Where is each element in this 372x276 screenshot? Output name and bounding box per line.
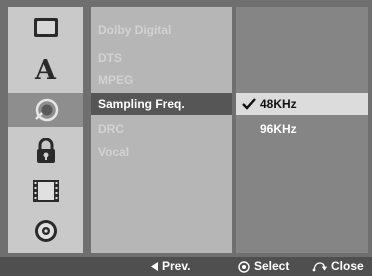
option-label: 96KHz (260, 122, 297, 136)
film-icon (32, 180, 59, 202)
submenu-item-dolby-digital[interactable]: Dolby Digital (91, 19, 232, 41)
icon-menu-item-audio[interactable] (8, 93, 83, 127)
audio-submenu: Dolby Digital DTS MPEG Sampling Freq. DR… (91, 7, 232, 253)
option-label: 48KHz (260, 97, 297, 111)
checkmark-icon (242, 98, 256, 110)
prev-label: Prev. (162, 259, 191, 273)
sampling-freq-options: 48KHz 96KHz (236, 7, 368, 253)
icon-menu-item-lock[interactable] (8, 134, 83, 168)
icon-menu-item-language[interactable]: A (8, 53, 83, 87)
submenu-item-drc[interactable]: DRC (91, 118, 232, 140)
icon-menu-item-film[interactable] (8, 174, 83, 208)
icon-menu-item-disc[interactable] (8, 214, 83, 248)
select-hint[interactable]: Select (238, 257, 289, 276)
prev-hint[interactable]: Prev. (151, 257, 190, 276)
select-button-icon (238, 260, 250, 273)
close-label: Close (331, 259, 364, 273)
select-label: Select (254, 259, 290, 273)
disc-icon (34, 220, 57, 242)
setup-menu-screen: A Dolby Digital DTS MPEG Sampling Freq. … (0, 0, 372, 276)
option-96khz[interactable]: 96KHz (236, 118, 368, 140)
submenu-item-vocal[interactable]: Vocal (91, 141, 232, 163)
close-hint[interactable]: Close (312, 257, 364, 276)
left-arrow-icon (151, 262, 158, 271)
help-bar: Prev. Select Close (0, 257, 372, 276)
submenu-item-dts[interactable]: DTS (91, 47, 232, 69)
submenu-item-mpeg[interactable]: MPEG (91, 69, 232, 91)
return-icon (312, 262, 327, 272)
audio-icon (34, 98, 58, 122)
display-icon (33, 18, 58, 37)
language-icon: A (35, 54, 56, 86)
submenu-item-sampling-freq[interactable]: Sampling Freq. (91, 93, 232, 115)
option-48khz[interactable]: 48KHz (236, 93, 368, 115)
icon-menu-item-display[interactable] (8, 11, 83, 45)
icon-menu: A (8, 7, 83, 253)
lock-icon (36, 138, 55, 163)
